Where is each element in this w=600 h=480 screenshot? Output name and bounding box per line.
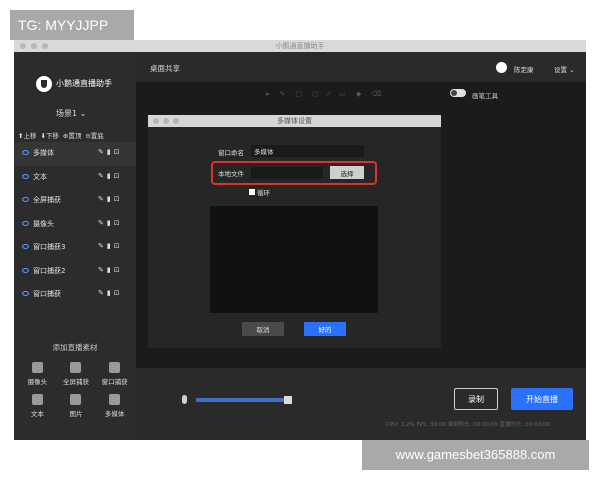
add-label: 多媒体	[104, 410, 125, 418]
image-icon	[70, 394, 82, 405]
source-label: 摄像头	[33, 219, 54, 228]
source-item[interactable]: 摄像头 ✎▮⊡	[14, 213, 136, 237]
edit-delete-lock-icons[interactable]: ✎▮⊡	[98, 172, 123, 180]
window-titlebar: 小鹅通直播助手	[14, 40, 586, 52]
add-image-button[interactable]: 图片	[57, 394, 96, 418]
camera-icon	[31, 362, 43, 373]
move-down-button[interactable]: ⬇下移	[40, 130, 58, 140]
edit-delete-lock-icons[interactable]: ✎▮⊡	[98, 219, 123, 227]
loop-checkbox[interactable]: 循环	[249, 187, 270, 197]
choose-file-button[interactable]: 选择	[330, 166, 364, 179]
eye-icon[interactable]	[22, 291, 29, 296]
add-label: 全屏捕获	[62, 378, 89, 386]
source-actions: ⬆上移 ⬇下移 ⊕置顶 ⊖置底	[18, 130, 104, 140]
eye-icon[interactable]	[22, 220, 29, 226]
main-header: 桌面共享 陈定康 设置 ⌄	[136, 52, 586, 82]
edit-delete-lock-icons[interactable]: ✎▮⊡	[98, 242, 123, 250]
edit-delete-lock-icons[interactable]: ✎▮⊡	[98, 266, 123, 274]
eye-icon[interactable]	[22, 197, 29, 202]
source-label: 全屏捕获	[33, 196, 61, 204]
start-live-button[interactable]: 开始直播	[511, 388, 573, 410]
add-media-button[interactable]: 多媒体	[95, 394, 134, 418]
app-name: 小鹅通直播助手	[56, 79, 112, 88]
add-label: 图片	[69, 410, 83, 418]
source-label: 窗口捕获	[33, 290, 61, 298]
eye-icon[interactable]	[22, 267, 29, 273]
monitor-icon	[70, 362, 82, 373]
media-settings-dialog: 多媒体设置 窗口命名 本地文件 选择 循环 取消 好的	[148, 115, 441, 348]
source-label: 窗口捕获3	[33, 243, 66, 251]
source-item[interactable]: 全屏捕获 ✎▮⊡	[14, 189, 136, 213]
ok-button[interactable]: 好的	[304, 322, 346, 336]
source-label: 文本	[33, 172, 47, 181]
sidebar: 小鹅通直播助手 场景1 ⌄ ⬆上移 ⬇下移 ⊕置顶 ⊖置底 多媒体 ✎▮⊡ 文本 ✎…	[14, 52, 136, 440]
add-label: 摄像头	[27, 378, 48, 386]
add-text-button[interactable]: 文本	[18, 394, 57, 418]
checkbox-icon[interactable]	[249, 189, 255, 195]
eye-icon[interactable]	[22, 244, 29, 249]
microphone-icon[interactable]	[182, 395, 187, 404]
dialog-title: 多媒体设置	[277, 117, 312, 125]
add-label: 文本	[30, 410, 44, 418]
source-item[interactable]: 窗口捕获 ✎▮⊡	[14, 283, 136, 307]
bottom-bar: 录制 开始直播 CPU: 3.2% FPS: 30.00 录制时长: 00:00…	[136, 368, 586, 440]
window-name-input[interactable]	[251, 145, 364, 157]
pen-toggle[interactable]	[450, 89, 466, 97]
edit-delete-lock-icons[interactable]: ✎▮⊡	[98, 148, 123, 156]
source-item[interactable]: 多媒体 ✎▮⊡	[14, 142, 136, 166]
source-label: 窗口捕获2	[33, 266, 66, 275]
window-icon	[109, 362, 121, 373]
add-label: 窗口捕获	[101, 378, 128, 386]
eye-icon[interactable]	[22, 150, 29, 155]
media-preview	[210, 206, 378, 313]
add-camera-button[interactable]: 摄像头	[18, 362, 57, 386]
eye-icon[interactable]	[22, 173, 29, 179]
text-icon	[31, 394, 43, 405]
scene-selector[interactable]: 场景1 ⌄	[56, 108, 86, 119]
window-title: 小鹅通直播助手	[275, 42, 325, 50]
top-watermark: TG: MYYJJPP	[10, 10, 134, 40]
record-button[interactable]: 录制	[454, 388, 498, 410]
move-up-button[interactable]: ⬆上移	[18, 130, 36, 140]
local-file-path-input[interactable]	[251, 167, 323, 179]
add-material-title: 添加直播素材	[52, 343, 98, 352]
pen-tool-label: 画笔工具	[472, 92, 498, 100]
move-bottom-button[interactable]: ⊖置底	[85, 130, 103, 140]
edit-delete-lock-icons[interactable]: ✎▮⊡	[98, 289, 123, 297]
media-icon	[109, 394, 121, 405]
avatar[interactable]	[496, 62, 507, 73]
bottom-watermark: www.gamesbet365888.com	[362, 440, 589, 470]
volume-slider[interactable]	[196, 396, 292, 404]
local-file-label: 本地文件	[218, 170, 244, 178]
source-list: 多媒体 ✎▮⊡ 文本 ✎▮⊡ 全屏捕获 ✎▮⊡ 摄像头 ✎▮⊡ 窗口捕获3 ✎▮⊡ 窗口捕…	[14, 142, 136, 307]
add-fullscreen-button[interactable]: 全屏捕获	[57, 362, 96, 386]
dialog-titlebar: 多媒体设置	[148, 115, 441, 127]
loop-label: 循环	[257, 189, 270, 197]
status-stats: CPU: 3.2% FPS: 30.00 录制时长: 00:00:00 直播时长…	[386, 422, 550, 428]
add-window-button[interactable]: 窗口捕获	[95, 362, 134, 386]
source-item[interactable]: 窗口捕获3 ✎▮⊡	[14, 236, 136, 260]
source-item[interactable]: 窗口捕获2 ✎▮⊡	[14, 260, 136, 284]
move-top-button[interactable]: ⊕置顶	[63, 130, 81, 140]
settings-menu[interactable]: 设置 ⌄	[554, 64, 575, 74]
window-name-label: 窗口命名	[218, 149, 244, 157]
source-item[interactable]: 文本 ✎▮⊡	[14, 166, 136, 190]
drawing-toolbar[interactable]: ▸✎▢○⁄▭◆⌫	[266, 90, 391, 98]
source-label: 多媒体	[33, 149, 54, 157]
app-logo-icon	[36, 76, 52, 92]
cancel-button[interactable]: 取消	[242, 322, 284, 336]
user-name[interactable]: 陈定康	[514, 64, 534, 74]
tab-desktop-share[interactable]: 桌面共享	[150, 63, 180, 74]
volume-slider-knob[interactable]	[284, 396, 292, 404]
add-material-grid: 摄像头 全屏捕获 窗口捕获 文本 图片 多媒体	[18, 362, 134, 418]
edit-delete-lock-icons[interactable]: ✎▮⊡	[98, 195, 123, 203]
